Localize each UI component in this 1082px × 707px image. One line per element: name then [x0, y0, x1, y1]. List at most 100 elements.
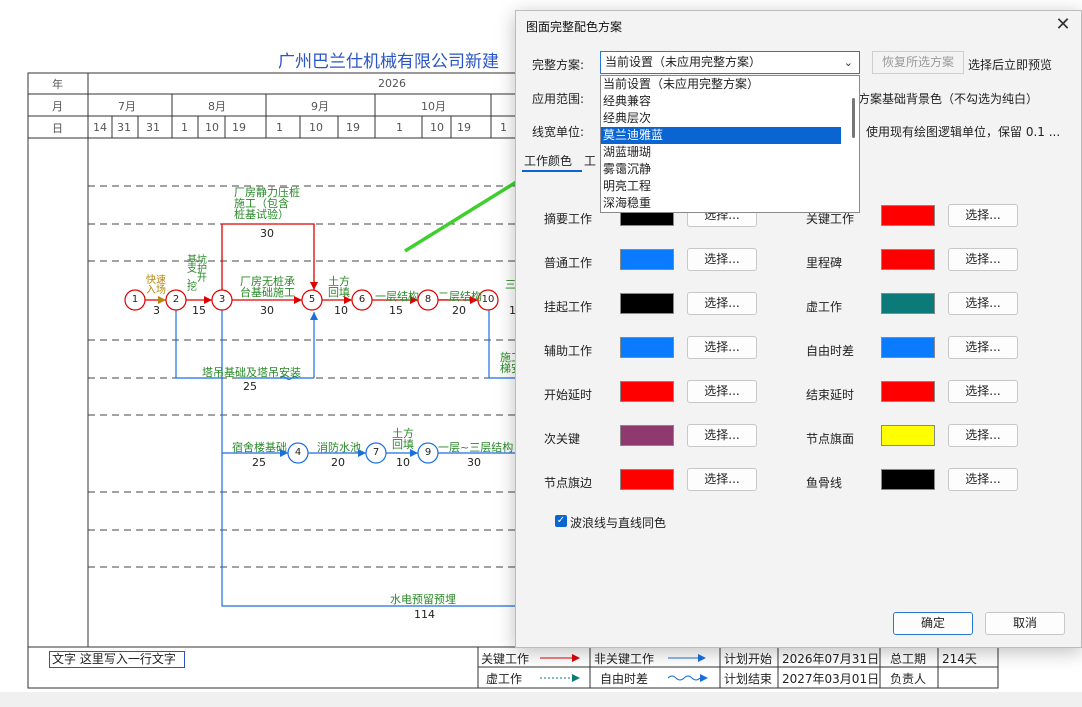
restore-scheme-button[interactable]: 恢复所选方案	[872, 51, 964, 74]
close-icon[interactable]: ✕	[1053, 15, 1073, 35]
node-label: 1	[131, 294, 139, 305]
legend-total-label: 总工期	[890, 652, 927, 666]
scheme-label: 完整方案:	[532, 58, 585, 72]
node-label: 2	[172, 294, 180, 305]
dropdown-option[interactable]: 经典层次	[601, 110, 841, 127]
tab-other[interactable]: 工	[584, 152, 596, 169]
task-label: 厂房无桩承 台基础施工	[240, 275, 295, 299]
color-swatch	[881, 293, 935, 314]
legend-total-value: 214天	[942, 652, 977, 666]
task-label: 一层结构	[375, 290, 419, 303]
choose-color-button[interactable]: 选择...	[948, 248, 1018, 271]
task-label: 一层~三层结构	[438, 441, 514, 454]
legend-noncritical: 非关键工作	[594, 652, 655, 666]
node-label: 3	[218, 294, 226, 305]
task-label: 二层结构	[438, 290, 482, 303]
task-duration: 20	[452, 304, 466, 317]
scheme-select-value: 当前设置（未应用完整方案）	[605, 55, 762, 69]
task-label: 消防水池	[317, 441, 361, 454]
color-label: 里程碑	[806, 256, 843, 270]
color-swatch	[620, 425, 674, 446]
day-label: 日	[52, 122, 63, 135]
scope-background-text: 方案基础背景色（不勾选为纯白）	[858, 92, 1039, 106]
task-duration: 10	[334, 304, 348, 317]
month-cell: 8月	[208, 100, 226, 113]
day-cell: 10	[205, 121, 219, 134]
choose-color-button[interactable]: 选择...	[687, 468, 757, 491]
wave-line-checkbox[interactable]: ✓	[555, 515, 567, 527]
dropdown-option[interactable]: 明亮工程	[601, 178, 841, 195]
scheme-select[interactable]: 当前设置（未应用完整方案） ⌄	[600, 51, 860, 74]
dropdown-option-selected[interactable]: 莫兰迪雅蓝	[601, 127, 841, 144]
choose-color-button[interactable]: 选择...	[948, 468, 1018, 491]
scheme-dropdown-list: 当前设置（未应用完整方案） 经典兼容 经典层次 莫兰迪雅蓝 湖蓝珊瑚 雾霭沉静 …	[600, 75, 860, 213]
color-swatch	[881, 469, 935, 490]
legend-plan-start-value: 2026年07月31日	[782, 652, 880, 666]
choose-color-button[interactable]: 选择...	[687, 424, 757, 447]
choose-color-button[interactable]: 选择...	[948, 380, 1018, 403]
legend-virtual: 虚工作	[486, 672, 523, 686]
day-cell: 19	[232, 121, 246, 134]
day-cell: 10	[430, 121, 444, 134]
choose-color-button[interactable]: 选择...	[687, 248, 757, 271]
dropdown-option[interactable]: 当前设置（未应用完整方案）	[601, 76, 841, 93]
scope-label: 应用范围:	[532, 92, 585, 106]
line-width-label: 线宽单位:	[532, 125, 585, 139]
color-scheme-dialog: 图面完整配色方案 ✕ 完整方案: 当前设置（未应用完整方案） ⌄ 恢复所选方案 …	[515, 10, 1082, 648]
dropdown-option[interactable]: 深海稳重	[601, 195, 841, 212]
text-annotation-box[interactable]: 文字 这里写入一行文字	[49, 651, 185, 668]
dropdown-option[interactable]: 经典兼容	[601, 93, 841, 110]
color-label: 鱼骨线	[806, 476, 843, 490]
choose-color-button[interactable]: 选择...	[687, 336, 757, 359]
task-label: 土方 回填	[392, 427, 414, 451]
ok-button[interactable]: 确定	[893, 612, 973, 635]
choose-color-button[interactable]: 选择...	[687, 292, 757, 315]
task-duration: 30	[467, 456, 481, 469]
task-label: 水电预留预埋	[390, 593, 456, 606]
day-cell: 31	[146, 121, 160, 134]
task-duration: 15	[389, 304, 403, 317]
choose-color-button[interactable]: 选择...	[948, 424, 1018, 447]
chart-title: 广州巴兰仕机械有限公司新建	[278, 52, 499, 72]
task-duration: 3	[153, 304, 160, 317]
node-label: 9	[424, 447, 432, 458]
node-label: 6	[358, 294, 366, 305]
task-duration: 114	[414, 608, 435, 621]
color-label: 普通工作	[544, 256, 593, 270]
tab-work-colors[interactable]: 工作颜色	[524, 152, 572, 169]
legend-plan-start: 计划开始	[724, 652, 773, 666]
node-label: 7	[372, 447, 380, 458]
dropdown-option[interactable]: 湖蓝珊瑚	[601, 144, 841, 161]
dropdown-option[interactable]: 雾霭沉静	[601, 161, 841, 178]
choose-color-button[interactable]: 选择...	[948, 292, 1018, 315]
task-label: 塔吊基础及塔吊安装	[202, 366, 301, 379]
task-duration: 20	[331, 456, 345, 469]
color-label: 辅助工作	[544, 344, 593, 358]
task-duration: 30	[260, 227, 274, 240]
day-cell: 1	[181, 121, 188, 134]
color-swatch	[620, 293, 674, 314]
choose-color-button[interactable]: 选择...	[687, 380, 757, 403]
color-label: 摘要工作	[544, 212, 593, 226]
task-duration: 25	[243, 380, 257, 393]
color-swatch	[881, 249, 935, 270]
cancel-button[interactable]: 取消	[985, 612, 1065, 635]
task-duration: 15	[192, 304, 206, 317]
color-swatch	[881, 381, 935, 402]
legend-plan-end: 计划结束	[724, 672, 773, 686]
node-label: 8	[424, 294, 432, 305]
day-cell: 1	[500, 121, 507, 134]
color-swatch	[881, 205, 935, 226]
dialog-title: 图面完整配色方案	[526, 20, 623, 34]
color-label: 节点旗边	[544, 476, 593, 490]
dropdown-scrollbar[interactable]	[852, 98, 855, 138]
choose-color-button[interactable]: 选择...	[948, 204, 1018, 227]
color-label: 虚工作	[806, 300, 843, 314]
active-tab-indicator	[522, 170, 582, 172]
day-cell: 1	[276, 121, 283, 134]
day-cell: 19	[457, 121, 471, 134]
color-swatch	[881, 425, 935, 446]
color-swatch	[620, 249, 674, 270]
day-cell: 10	[309, 121, 323, 134]
choose-color-button[interactable]: 选择...	[948, 336, 1018, 359]
